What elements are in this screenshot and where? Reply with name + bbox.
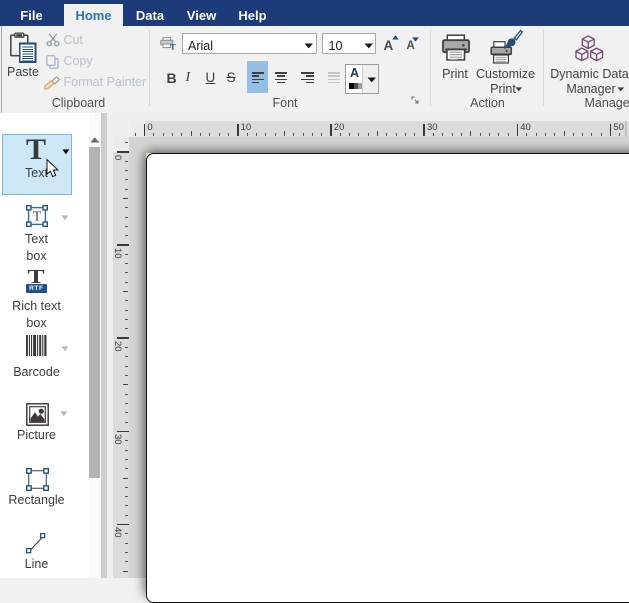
svg-text:T: T	[170, 42, 176, 52]
svg-text:T: T	[33, 208, 42, 223]
